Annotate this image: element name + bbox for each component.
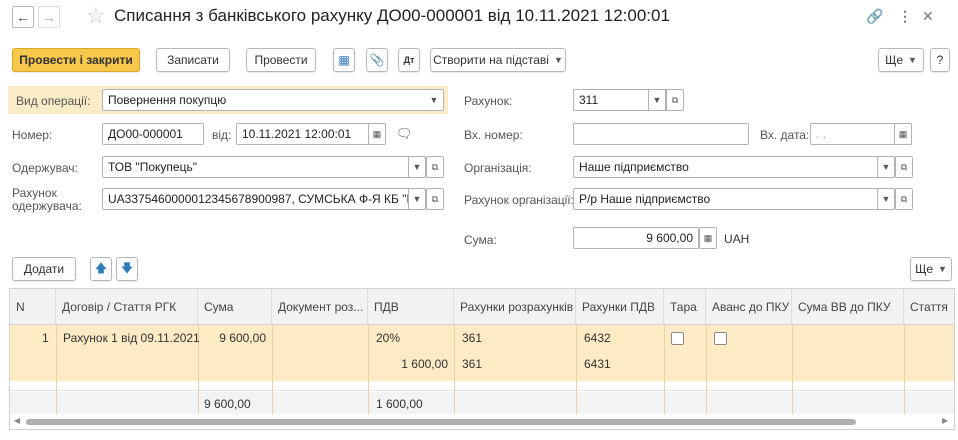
add-row-button[interactable]: Додати [12, 257, 76, 281]
post-button[interactable]: Провести [246, 48, 316, 72]
column-header[interactable]: Аванс до ПКУ [706, 289, 792, 325]
create-based-on-button[interactable]: Створити на підставі ▼ [430, 48, 566, 72]
column-header[interactable]: N [10, 289, 56, 325]
chevron-down-icon: ▼ [908, 55, 917, 65]
arrow-right-icon: → [42, 9, 56, 25]
chevron-down-icon[interactable]: ▼ [408, 188, 426, 210]
incoming-number-field[interactable] [573, 123, 749, 145]
sum-label: Сума: [464, 233, 497, 247]
chevron-down-icon[interactable]: ▼ [877, 188, 895, 210]
sum-cell[interactable]: 9 600,00 [198, 331, 266, 345]
link-icon[interactable]: 🔗 [866, 8, 883, 25]
row-number: 1 [42, 331, 49, 345]
date-field[interactable]: 10.11.2021 12:00:01 [236, 123, 386, 145]
chevron-down-icon[interactable]: ▼ [877, 156, 895, 178]
advance-checkbox[interactable] [714, 332, 727, 345]
move-up-button[interactable]: 🡅 [90, 257, 112, 281]
table-footer [10, 392, 954, 414]
more-vertical-icon[interactable]: ⋮ [898, 8, 912, 25]
org-account-label: Рахунок організації: [464, 193, 574, 207]
post-and-close-button[interactable]: Провести і закрити [12, 48, 140, 72]
table-more-button[interactable]: Ще ▼ [910, 257, 952, 281]
incoming-date-label: Вх. дата: [760, 128, 810, 142]
org-account-field[interactable]: Р/р Наше підприємство [573, 188, 895, 210]
open-icon[interactable]: ⧉ [426, 188, 444, 210]
attach-button[interactable]: 📎 [366, 48, 388, 72]
settle-account-cell[interactable]: 361 [462, 331, 482, 345]
recipient-account-field[interactable]: UA337546000001234567890098​7, СУМСЬКА Ф-… [102, 188, 426, 210]
date-label: від: [212, 128, 232, 142]
recipient-account-label: Рахунок одержувача: [12, 186, 82, 213]
column-header[interactable]: Рахунки ПДВ [576, 289, 664, 325]
calendar-icon[interactable]: ▦ [894, 123, 912, 145]
open-icon[interactable]: ⧉ [895, 188, 913, 210]
document-structure-icon: ▦ [338, 53, 350, 67]
account-label: Рахунок: [464, 94, 513, 108]
sum-field[interactable]: 9 600,00 [573, 227, 699, 249]
organization-field[interactable]: Наше підприємство [573, 156, 895, 178]
chevron-down-icon: ▼ [553, 55, 563, 65]
open-icon[interactable]: ⧉ [426, 156, 444, 178]
vat-account-2-cell[interactable]: 6431 [584, 357, 611, 371]
arrow-up-icon: 🡅 [94, 260, 108, 275]
vat-sum-cell[interactable]: 1 600,00 [368, 357, 448, 371]
open-icon[interactable]: ⧉ [666, 89, 684, 111]
vat-account-cell[interactable]: 6432 [584, 331, 611, 345]
move-down-button[interactable]: 🡇 [116, 257, 138, 281]
chevron-down-icon[interactable]: ▼ [425, 89, 443, 111]
paperclip-icon: 📎 [369, 53, 385, 67]
structure-button[interactable]: ▦ [333, 48, 355, 72]
scroll-right-icon[interactable]: ▶ [942, 416, 948, 425]
favorite-star-icon[interactable]: ☆ [86, 3, 106, 29]
back-button[interactable]: ← [12, 6, 34, 28]
column-header[interactable]: Сума [198, 289, 272, 325]
save-button[interactable]: Записати [156, 48, 230, 72]
column-header[interactable]: Тара [664, 289, 706, 325]
calculator-icon[interactable]: ▦ [699, 227, 717, 249]
column-header[interactable]: ПДВ [368, 289, 454, 325]
contract-cell[interactable]: Рахунок 1 від 09.11.2021 [63, 331, 200, 345]
accounting-entries-button[interactable]: Дт [398, 48, 420, 72]
close-icon[interactable]: ✕ [922, 8, 934, 25]
operation-type-select[interactable]: Повернення покупцю [102, 89, 444, 111]
more-button[interactable]: Ще ▼ [878, 48, 924, 72]
horizontal-scrollbar[interactable]: ◀ ▶ [10, 415, 954, 429]
scrollbar-thumb[interactable] [26, 419, 856, 425]
chevron-down-icon[interactable]: ▼ [648, 89, 666, 111]
arrow-left-icon: ← [16, 9, 30, 25]
vat-rate-cell[interactable]: 20% [376, 331, 400, 345]
column-header[interactable]: Рахунки розрахунків [454, 289, 576, 325]
currency-label: UAH [724, 232, 750, 246]
number-field[interactable]: ДО00-000001 [102, 123, 204, 145]
sum-total: 9 600,00 [204, 397, 251, 411]
page-title: Списання з банківського рахунку ДО00-000… [114, 6, 670, 25]
organization-label: Організація: [464, 161, 532, 175]
comment-icon[interactable]: 🗨 [396, 126, 413, 142]
column-header[interactable]: Сума ВВ до ПКУ [792, 289, 904, 325]
dt-kt-icon: Дт [403, 55, 415, 65]
column-header[interactable]: Документ роз... [272, 289, 368, 325]
incoming-number-label: Вх. номер: [464, 128, 523, 142]
advance-account-cell[interactable]: 361 [462, 357, 482, 371]
chevron-down-icon: ▼ [938, 264, 947, 274]
recipient-label: Одержувач: [12, 161, 78, 175]
payments-table: N Договір / Стаття РГК Сума Документ роз… [9, 288, 955, 430]
open-icon[interactable]: ⧉ [895, 156, 913, 178]
arrow-down-icon: 🡇 [120, 260, 134, 275]
tare-checkbox[interactable] [671, 332, 684, 345]
column-header[interactable]: Договір / Стаття РГК [56, 289, 198, 325]
calendar-icon[interactable]: ▦ [368, 123, 386, 145]
table-row-empty [10, 381, 954, 391]
operation-type-label: Вид операції: [16, 94, 91, 108]
vat-total: 1 600,00 [376, 397, 423, 411]
help-button[interactable]: ? [930, 48, 950, 72]
recipient-field[interactable]: ТОВ "Покупець" [102, 156, 426, 178]
scroll-left-icon[interactable]: ◀ [14, 416, 20, 425]
number-label: Номер: [12, 128, 53, 142]
forward-button[interactable]: → [38, 6, 60, 28]
column-header[interactable]: Стаття [904, 289, 954, 325]
chevron-down-icon[interactable]: ▼ [408, 156, 426, 178]
